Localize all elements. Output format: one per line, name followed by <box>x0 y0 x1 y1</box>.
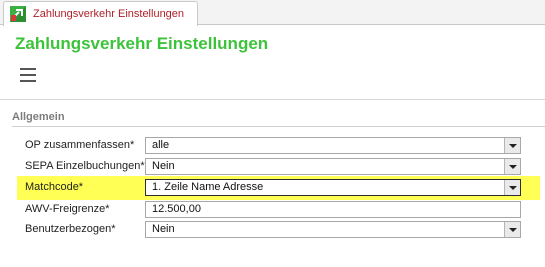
form-row-sepa-einzelbuchungen: SEPA Einzelbuchungen* Nein <box>0 157 545 177</box>
form-row-benutzerbezogen: Benutzerbezogen* Nein <box>0 220 545 240</box>
chevron-down-icon[interactable] <box>504 138 520 153</box>
input-value: 12.500,00 <box>152 203 201 215</box>
awv-freigrenze-input[interactable]: 12.500,00 <box>145 201 521 218</box>
app-logo-icon <box>10 6 26 22</box>
chevron-down-icon[interactable] <box>504 159 520 174</box>
section-title: Allgemein <box>12 111 65 123</box>
select-value: alle <box>152 139 170 151</box>
tab-strip: Zahlungsverkehr Einstellungen <box>0 0 545 26</box>
field-label: SEPA Einzelbuchungen* <box>25 160 145 172</box>
select-value: 1. Zeile Name Adresse <box>152 181 264 193</box>
section-divider <box>12 126 545 127</box>
hamburger-menu-icon[interactable] <box>20 68 36 82</box>
tab-zahlungsverkehr-einstellungen[interactable]: Zahlungsverkehr Einstellungen <box>3 1 198 26</box>
matchcode-select[interactable]: 1. Zeile Name Adresse <box>145 179 521 196</box>
field-label: Matchcode* <box>25 181 84 193</box>
form-row-matchcode: Matchcode* 1. Zeile Name Adresse <box>0 178 545 198</box>
benutzerbezogen-select[interactable]: Nein <box>145 221 521 238</box>
op-zusammenfassen-select[interactable]: alle <box>145 137 521 154</box>
divider <box>0 99 545 100</box>
field-label: Benutzerbezogen* <box>25 223 116 235</box>
form-row-op-zusammenfassen: OP zusammenfassen* alle <box>0 136 545 156</box>
field-label: OP zusammenfassen* <box>25 139 135 151</box>
chevron-down-icon[interactable] <box>504 222 520 237</box>
select-value: Nein <box>152 160 175 172</box>
select-value: Nein <box>152 223 175 235</box>
chevron-down-icon[interactable] <box>504 180 520 195</box>
form-row-awv-freigrenze: AWV-Freigrenze* 12.500,00 <box>0 200 545 220</box>
page-title: Zahlungsverkehr Einstellungen <box>15 34 269 53</box>
field-label: AWV-Freigrenze* <box>25 203 110 215</box>
tab-label: Zahlungsverkehr Einstellungen <box>33 8 185 20</box>
sepa-einzelbuchungen-select[interactable]: Nein <box>145 158 521 175</box>
